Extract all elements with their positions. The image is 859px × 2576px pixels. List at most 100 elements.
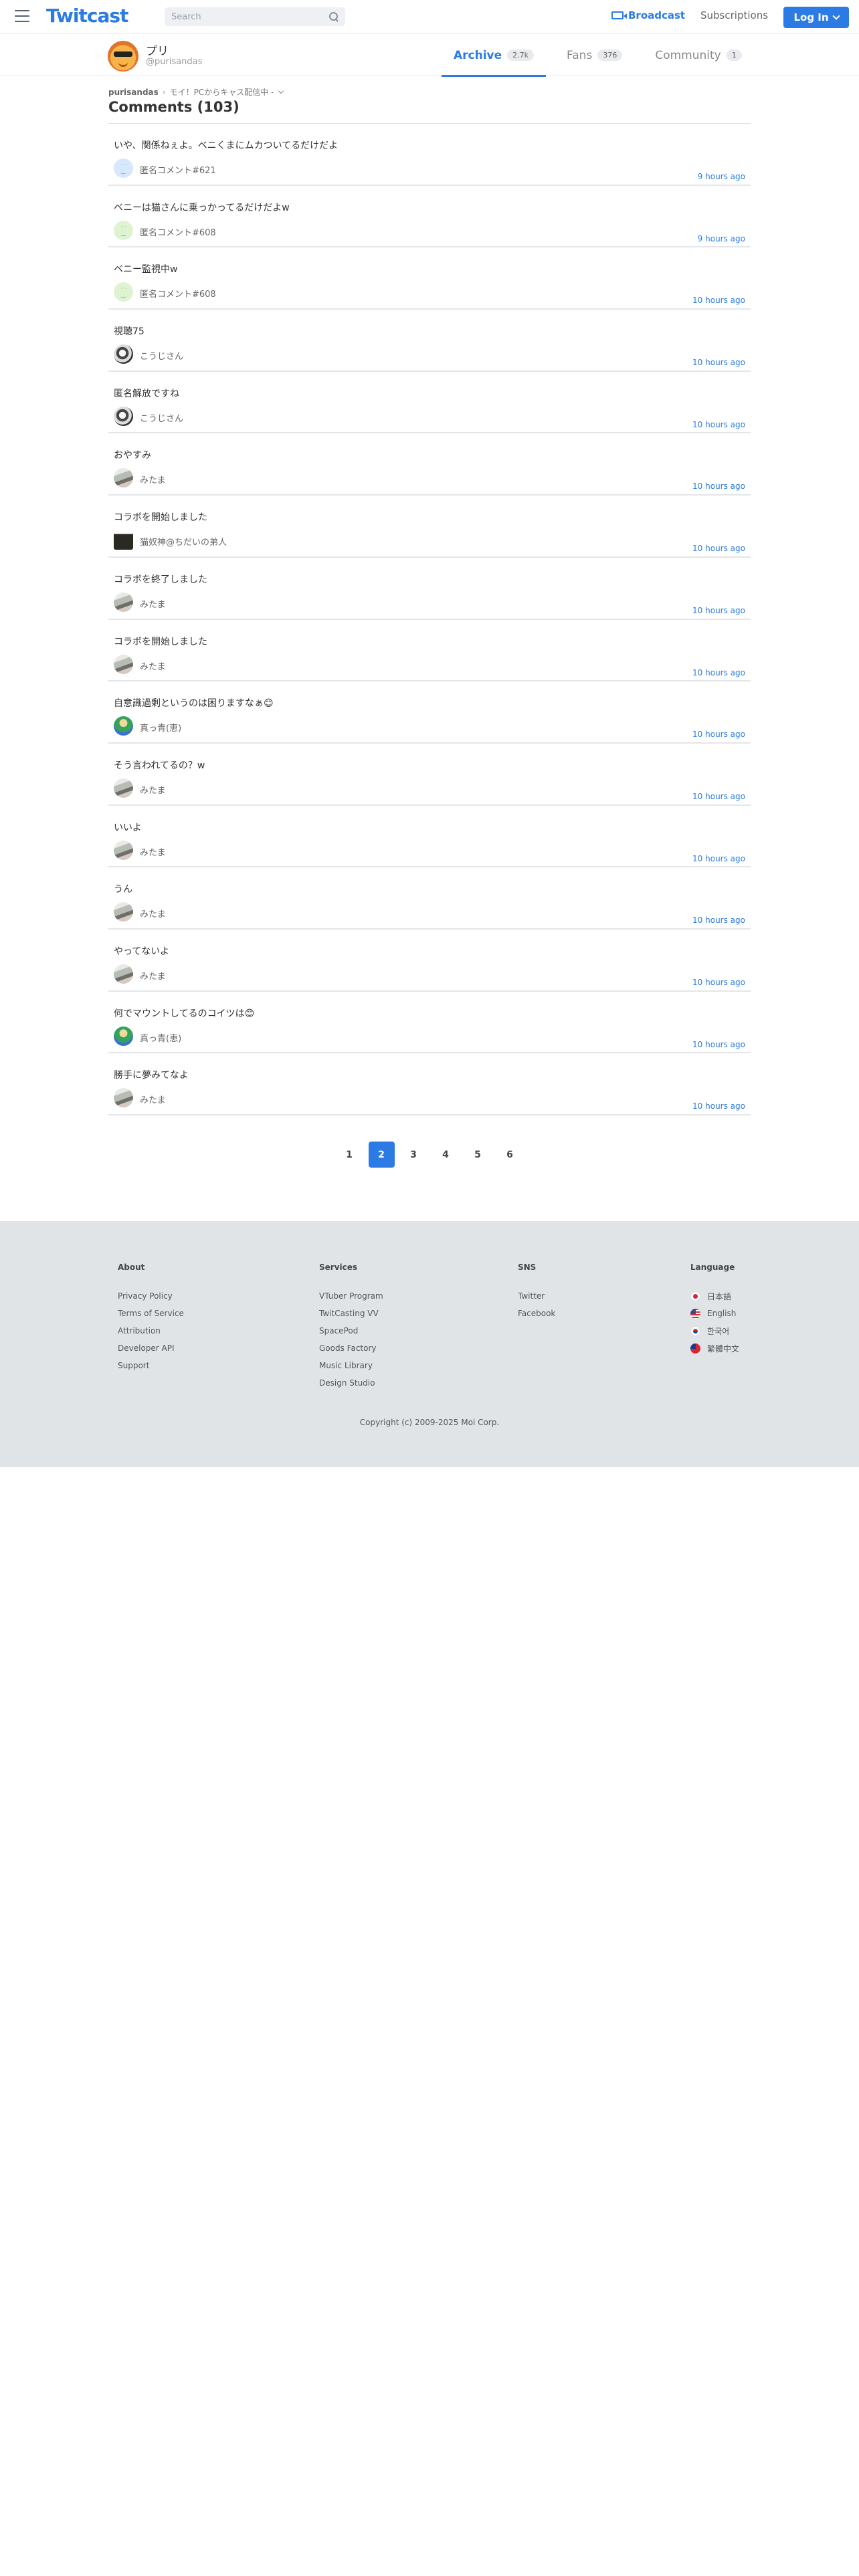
footer-link[interactable]: 한국어 <box>690 1322 739 1339</box>
comment-timestamp[interactable]: 10 hours ago <box>692 358 745 367</box>
footer-link[interactable]: Design Studio <box>319 1374 383 1392</box>
subscriptions-link[interactable]: Subscriptions <box>700 9 768 21</box>
commenter-name[interactable]: みたま <box>140 1093 166 1105</box>
user-avatar[interactable] <box>108 41 138 72</box>
commenter-name[interactable]: みたま <box>140 907 166 920</box>
commenter-name[interactable]: 真っ青(恵) <box>140 721 181 734</box>
comment-item: 何でマウントしてるのコイツは😊 真っ青(恵) 10 hours ago <box>108 992 751 1054</box>
site-footer: About Privacy Policy Terms of Service Attr… <box>0 1221 859 1467</box>
footer-link[interactable]: Facebook <box>518 1305 555 1322</box>
commenter-avatar[interactable] <box>114 282 133 302</box>
footer-link[interactable]: Terms of Service <box>118 1305 184 1322</box>
footer-link[interactable]: VTuber Program <box>319 1287 383 1305</box>
commenter-avatar[interactable] <box>114 344 133 364</box>
page-6-button[interactable]: 6 <box>497 1142 523 1168</box>
comment-item: 自意識過剰というのは困りますなぁ😊 真っ青(恵) 10 hours ago <box>108 681 751 744</box>
commenter-name[interactable]: みたま <box>140 597 166 610</box>
commenter-avatar[interactable] <box>114 158 133 178</box>
tab-archive[interactable]: Archive 2.7k <box>442 34 547 77</box>
language-label: 한국어 <box>707 1326 730 1336</box>
footer-link[interactable]: Support <box>118 1357 184 1374</box>
footer-link[interactable]: English <box>690 1305 739 1322</box>
footer-link[interactable]: Attribution <box>118 1322 184 1339</box>
footer-link[interactable]: Twitter <box>518 1287 555 1305</box>
commenter-avatar[interactable] <box>114 406 133 426</box>
comment-timestamp[interactable]: 10 hours ago <box>692 916 745 925</box>
commenter-name[interactable]: こうじさん <box>140 411 183 424</box>
user-name[interactable]: プリ <box>146 41 169 58</box>
footer-link[interactable]: TwitCasting VV <box>319 1305 383 1322</box>
commenter-name[interactable]: みたま <box>140 659 166 672</box>
commenter-name[interactable]: 匿名コメント#608 <box>140 287 216 300</box>
chevron-down-icon[interactable] <box>278 88 284 94</box>
comment-timestamp[interactable]: 9 hours ago <box>698 234 745 243</box>
site-logo[interactable]: Twitcast <box>46 5 128 27</box>
breadcrumb-movie[interactable]: モイ！PCからキャス配信中 - <box>170 86 274 98</box>
flag-tw-icon <box>690 1343 700 1354</box>
tab-fans-label: Fans <box>567 48 593 62</box>
commenter-name[interactable]: みたま <box>140 845 166 858</box>
comment-timestamp[interactable]: 10 hours ago <box>692 481 745 491</box>
footer-link[interactable]: Music Library <box>319 1357 383 1374</box>
footer-link[interactable]: Goods Factory <box>319 1339 383 1357</box>
commenter-avatar[interactable] <box>114 468 133 488</box>
commenter-name[interactable]: みたま <box>140 969 166 982</box>
commenter-avatar[interactable] <box>114 902 133 922</box>
commenter-avatar[interactable] <box>114 778 133 798</box>
commenter-avatar[interactable] <box>114 1026 133 1046</box>
comment-timestamp[interactable]: 10 hours ago <box>692 978 745 987</box>
commenter-avatar[interactable] <box>114 840 133 860</box>
comment-timestamp[interactable]: 10 hours ago <box>692 606 745 615</box>
page-1-button[interactable]: 1 <box>337 1142 363 1168</box>
commenter-avatar[interactable] <box>114 530 133 550</box>
footer-link[interactable]: Developer API <box>118 1339 184 1357</box>
hamburger-menu-icon[interactable] <box>15 10 29 22</box>
footer-sns: SNS Twitter Facebook <box>518 1263 555 1322</box>
page-2-button[interactable]: 2 <box>368 1142 395 1168</box>
footer-link[interactable]: 日本語 <box>690 1287 739 1305</box>
comment-timestamp[interactable]: 10 hours ago <box>692 544 745 553</box>
broadcast-button[interactable]: Broadcast <box>611 9 685 21</box>
comment-item: ベニー監視中w 匿名コメント#608 10 hours ago <box>108 247 751 310</box>
commenter-name[interactable]: みたま <box>140 473 166 486</box>
page-4-button[interactable]: 4 <box>433 1142 459 1168</box>
breadcrumb-user[interactable]: purisandas <box>108 88 159 97</box>
commenter-avatar[interactable] <box>114 592 133 612</box>
search-box[interactable] <box>165 7 345 26</box>
commenter-name[interactable]: 真っ青(恵) <box>140 1031 181 1044</box>
commenter-avatar[interactable] <box>114 716 133 736</box>
commenter-avatar[interactable] <box>114 654 133 674</box>
commenter-name[interactable]: 匿名コメント#608 <box>140 225 216 238</box>
commenter-name[interactable]: 猫奴神@ちだいの弟人 <box>140 535 227 548</box>
profile-bar: プリ @purisandas Archive 2.7k Fans 376 Com… <box>0 34 859 77</box>
tab-fans[interactable]: Fans 376 <box>555 34 634 76</box>
tab-community[interactable]: Community 1 <box>643 34 753 76</box>
footer-services: Services VTuber Program TwitCasting VV Spa… <box>319 1263 383 1392</box>
comment-timestamp[interactable]: 10 hours ago <box>692 854 745 863</box>
commenter-avatar[interactable] <box>114 964 133 984</box>
comment-timestamp[interactable]: 10 hours ago <box>692 1040 745 1049</box>
commenter-name[interactable]: 匿名コメント#621 <box>140 163 216 176</box>
footer-link[interactable]: 繁體中文 <box>690 1339 739 1357</box>
login-button[interactable]: Log In <box>783 7 849 28</box>
comment-item: うん みたま 10 hours ago <box>108 867 751 930</box>
comment-timestamp[interactable]: 10 hours ago <box>692 420 745 429</box>
footer-link[interactable]: SpacePod <box>319 1322 383 1339</box>
search-icon[interactable] <box>329 12 339 21</box>
commenter-avatar[interactable] <box>114 1088 133 1108</box>
comment-text: 何でマウントしてるのコイツは😊 <box>114 1008 255 1019</box>
commenter-avatar[interactable] <box>114 220 133 240</box>
comment-timestamp[interactable]: 10 hours ago <box>692 1101 745 1111</box>
commenter-name[interactable]: こうじさん <box>140 349 183 362</box>
comment-timestamp[interactable]: 9 hours ago <box>698 172 745 181</box>
comment-timestamp[interactable]: 10 hours ago <box>692 730 745 739</box>
comment-timestamp[interactable]: 10 hours ago <box>692 668 745 677</box>
commenter-name[interactable]: みたま <box>140 783 166 796</box>
footer-link[interactable]: Privacy Policy <box>118 1287 184 1305</box>
search-input[interactable] <box>171 11 329 22</box>
page-5-button[interactable]: 5 <box>465 1142 491 1168</box>
footer-language: Language 日本語 English 한국어 繁體中文 <box>690 1263 739 1357</box>
comment-timestamp[interactable]: 10 hours ago <box>692 792 745 801</box>
comment-timestamp[interactable]: 10 hours ago <box>692 296 745 305</box>
page-3-button[interactable]: 3 <box>401 1142 427 1168</box>
